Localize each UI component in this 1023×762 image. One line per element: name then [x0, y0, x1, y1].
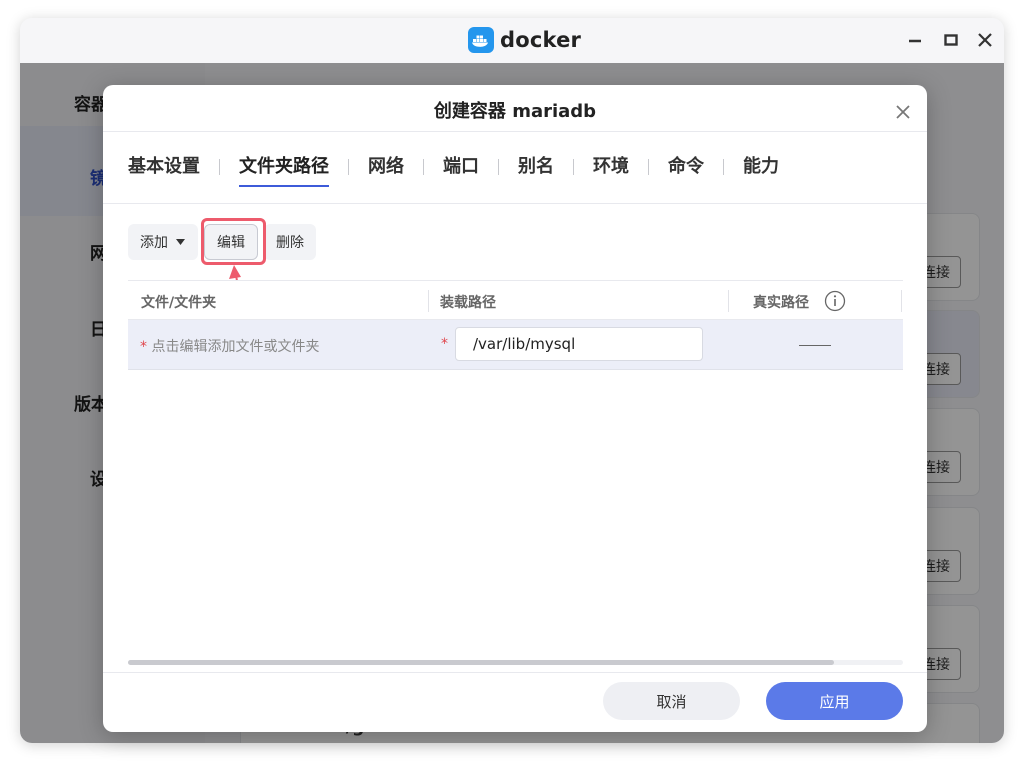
- highlight-annotation: [201, 218, 266, 265]
- divider: [103, 131, 927, 132]
- tab-capability[interactable]: 能力: [743, 152, 779, 182]
- info-icon[interactable]: [824, 290, 846, 312]
- close-icon[interactable]: [891, 100, 915, 124]
- app-name: docker: [500, 28, 582, 52]
- file-placeholder[interactable]: * 点击编辑添加文件或文件夹: [140, 336, 319, 356]
- column-separator: [428, 290, 429, 312]
- create-container-dialog: 创建容器 mariadb 基本设置 文件夹路径 网络 端口 别名 环境 命令 能…: [103, 85, 927, 732]
- tab-bar: 基本设置 文件夹路径 网络 端口 别名 环境 命令 能力: [128, 152, 779, 187]
- tab-separator: [423, 159, 424, 175]
- column-separator: [728, 290, 729, 312]
- table-header: 文件/文件夹 装载路径 真实路径: [128, 280, 903, 320]
- scrollbar-thumb[interactable]: [128, 660, 834, 665]
- minimize-icon[interactable]: [904, 29, 926, 51]
- add-label: 添加: [140, 235, 168, 251]
- apply-button[interactable]: 应用: [766, 682, 903, 720]
- caret-down-icon: [176, 239, 185, 245]
- add-button[interactable]: 添加: [128, 224, 198, 260]
- tab-network[interactable]: 网络: [368, 152, 404, 182]
- tab-alias[interactable]: 别名: [518, 152, 554, 182]
- divider: [103, 672, 927, 673]
- tab-separator: [219, 159, 220, 175]
- column-separator: [901, 290, 902, 312]
- delete-button[interactable]: 删除: [264, 224, 316, 260]
- required-marker: *: [441, 336, 448, 352]
- cancel-button[interactable]: 取消: [603, 682, 740, 720]
- table-row[interactable]: * 点击编辑添加文件或文件夹 * /var/lib/mysql: [128, 320, 903, 370]
- tab-command[interactable]: 命令: [668, 152, 704, 182]
- tab-basic-settings[interactable]: 基本设置: [128, 152, 200, 182]
- docker-logo-icon: [468, 27, 494, 53]
- tab-environment[interactable]: 环境: [593, 152, 629, 182]
- divider: [103, 203, 927, 204]
- maximize-icon[interactable]: [940, 29, 962, 51]
- tab-folder-path[interactable]: 文件夹路径: [239, 152, 329, 187]
- column-header-mount-path: 装载路径: [440, 295, 496, 311]
- tab-separator: [723, 159, 724, 175]
- real-path-empty: [799, 345, 831, 346]
- tab-port[interactable]: 端口: [443, 152, 479, 182]
- column-header-real-path: 真实路径: [753, 295, 809, 311]
- app-title: docker: [468, 25, 581, 55]
- tab-separator: [498, 159, 499, 175]
- required-marker: *: [140, 339, 147, 355]
- tab-separator: [348, 159, 349, 175]
- volume-table: 文件/文件夹 装载路径 真实路径 * 点击编辑添加文件或文件夹 * /var/l…: [128, 280, 903, 370]
- file-placeholder-text: 点击编辑添加文件或文件夹: [151, 339, 320, 355]
- column-header-file: 文件/文件夹: [141, 295, 217, 311]
- title-bar: docker: [20, 18, 1004, 63]
- tab-separator: [573, 159, 574, 175]
- mount-path-input[interactable]: /var/lib/mysql: [455, 327, 703, 361]
- dialog-title: 创建容器 mariadb: [433, 101, 597, 122]
- tab-separator: [648, 159, 649, 175]
- close-window-icon[interactable]: [974, 29, 996, 51]
